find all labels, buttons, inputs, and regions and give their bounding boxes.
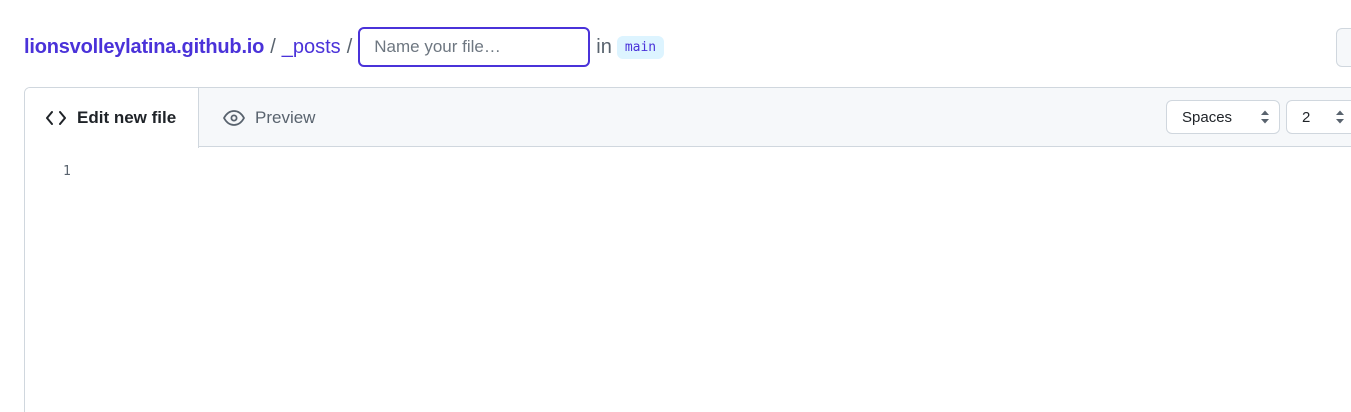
cancel-changes-button[interactable] <box>1336 28 1351 67</box>
filename-input[interactable] <box>358 27 591 67</box>
indent-mode-value: Spaces <box>1182 108 1233 126</box>
select-caret-icon <box>1261 110 1269 124</box>
editor-toolbar: Edit new file Preview Spaces 2 <box>25 88 1351 148</box>
tab-label: Preview <box>255 107 316 127</box>
breadcrumb-directory-link[interactable]: _posts <box>282 36 341 59</box>
breadcrumb-repo-link[interactable]: lionsvolleylatina.github.io <box>24 36 264 59</box>
tab-edit-new-file[interactable]: Edit new file <box>25 88 199 148</box>
tab-preview[interactable]: Preview <box>199 88 315 147</box>
branch-in-label: in <box>596 35 612 58</box>
breadcrumb-separator: / <box>346 35 353 58</box>
breadcrumb: lionsvolleylatina.github.io / _posts / i… <box>24 27 665 67</box>
tab-label: Edit new file <box>77 108 177 127</box>
code-icon <box>45 107 67 129</box>
indent-size-select[interactable]: 2 <box>1286 100 1351 134</box>
file-editor-page: lionsvolleylatina.github.io / _posts / i… <box>0 0 1351 412</box>
branch-badge[interactable]: main <box>616 35 665 59</box>
breadcrumb-separator: / <box>270 35 276 58</box>
code-editor: Edit new file Preview Spaces 2 1 <box>24 87 1351 412</box>
code-text-area[interactable] <box>95 158 1345 412</box>
eye-icon <box>223 107 245 129</box>
line-number: 1 <box>63 164 71 179</box>
indent-mode-select[interactable]: Spaces <box>1166 100 1280 134</box>
select-caret-icon <box>1336 110 1344 124</box>
indent-size-value: 2 <box>1302 108 1311 126</box>
